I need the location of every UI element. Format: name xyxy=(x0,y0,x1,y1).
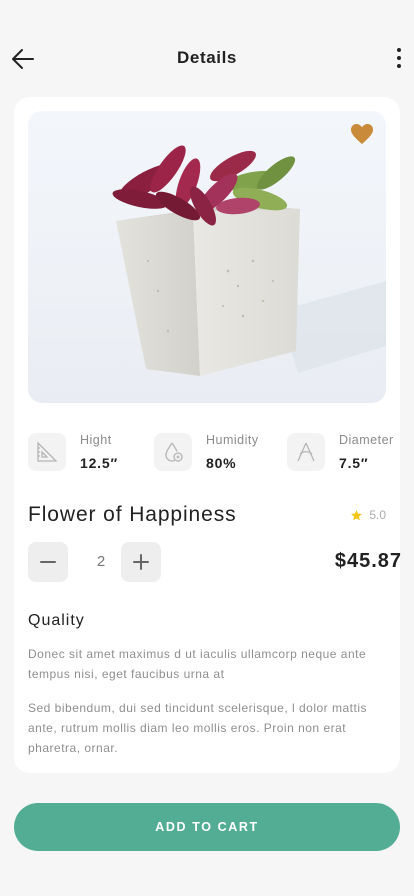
minus-icon xyxy=(40,561,56,563)
rating: 5.0 xyxy=(350,508,386,522)
product-card: Hight 12.5″ Humidity 80% Diameter 7.5″ F… xyxy=(14,97,401,773)
spec-value: 80% xyxy=(206,455,237,471)
description-paragraph: Sed bibendum, dui sed tincidunt sceleris… xyxy=(28,701,368,755)
add-to-cart-button[interactable]: ADD TO CART xyxy=(14,803,400,851)
dot-icon xyxy=(397,64,401,68)
plant-illustration xyxy=(112,145,386,376)
spec-list: Hight 12.5″ Humidity 80% Diameter 7.5″ xyxy=(28,433,400,477)
compass-icon xyxy=(287,433,325,471)
heart-icon xyxy=(351,124,373,144)
favorite-button[interactable] xyxy=(350,123,374,147)
product-name: Flower of Happiness xyxy=(28,503,237,526)
ruler-triangle-icon xyxy=(28,433,66,471)
quantity-value: 2 xyxy=(96,553,106,570)
quantity-row: 2 $45.87 xyxy=(28,542,401,582)
header: Details xyxy=(0,0,414,96)
water-drop-icon xyxy=(154,433,192,471)
product-price: $45.87 xyxy=(334,550,402,572)
product-image xyxy=(28,111,386,403)
decrease-quantity-button[interactable] xyxy=(28,542,68,582)
page-title: Details xyxy=(177,48,237,67)
spec-value: 7.5″ xyxy=(339,455,369,471)
more-options-button[interactable] xyxy=(392,45,406,71)
rating-value: 5.0 xyxy=(369,508,386,522)
description-paragraph: Donec sit amet maximus d ut iaculis ulla… xyxy=(28,647,367,681)
section-title: Quality xyxy=(28,612,85,629)
spec-label: Humidity xyxy=(206,433,259,447)
increase-quantity-button[interactable] xyxy=(121,542,161,582)
spec-value: 12.5″ xyxy=(80,455,118,471)
spec-label: Diameter xyxy=(339,433,394,447)
dot-icon xyxy=(397,56,401,60)
plus-icon xyxy=(133,554,149,570)
spec-label: Hight xyxy=(80,433,112,447)
dot-icon xyxy=(397,48,401,52)
star-icon xyxy=(351,509,363,520)
